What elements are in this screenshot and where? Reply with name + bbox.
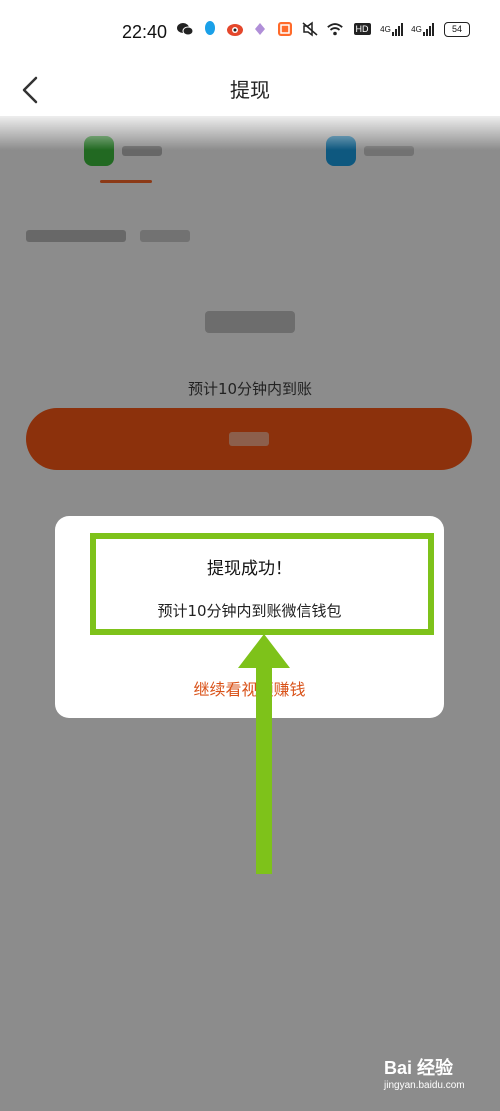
page-title: 提现 xyxy=(230,78,270,102)
baidu-watermark: Bai 经验 jingyan.baidu.com xyxy=(384,1054,465,1091)
weibo-icon xyxy=(226,20,244,38)
eta-note: 预计10分钟内到账 xyxy=(187,380,313,398)
wifi-icon xyxy=(326,20,344,38)
status-time: 22:40 xyxy=(122,22,168,42)
battery-icon: 54 xyxy=(442,20,472,38)
mute-icon xyxy=(301,20,319,38)
watermark-url: jingyan.baidu.com xyxy=(384,1080,465,1091)
wechat-icon xyxy=(176,20,194,38)
nav-bar: 提现 xyxy=(0,64,500,116)
app-icon-2 xyxy=(276,20,294,38)
signal-4g-icon-2: 4G xyxy=(411,20,435,38)
qq-icon xyxy=(201,20,219,38)
watermark-brand: Bai 经验 xyxy=(384,1058,454,1078)
status-icons: HD 4G 4G 54 xyxy=(176,20,472,38)
highlight-box xyxy=(90,533,434,635)
signal-4g-icon: 4G xyxy=(380,20,404,38)
arrow-up-icon xyxy=(238,634,290,874)
app-icon xyxy=(251,20,269,38)
hd-icon: HD xyxy=(353,23,371,35)
overlay-fade xyxy=(0,110,500,150)
status-bar: 22:40 HD 4G 4G 54 xyxy=(0,0,500,64)
